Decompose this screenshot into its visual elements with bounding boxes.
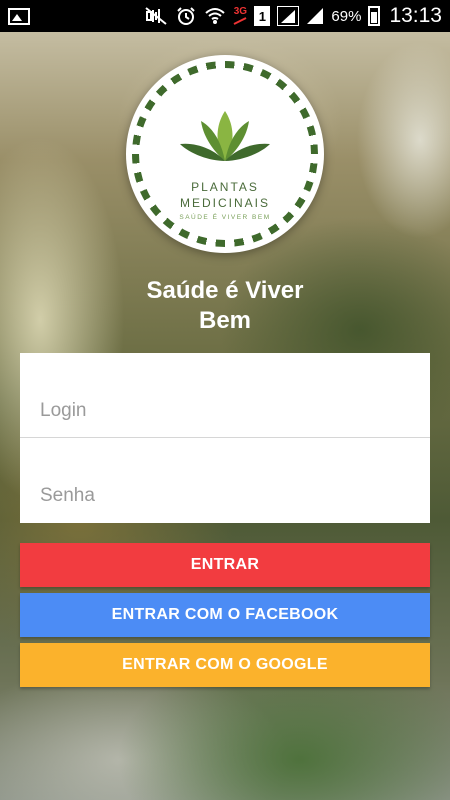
logo-text-line2: MEDICINAIS [179,196,270,210]
login-input[interactable] [40,397,410,425]
password-field [20,438,430,522]
battery-icon [368,6,381,26]
wifi-icon [204,6,226,26]
battery-percent: 69% [331,7,362,25]
login-form [20,353,430,523]
logo-tagline: SAÚDE É VIVER BEM [179,214,271,221]
3g-icon: 3G [233,6,247,26]
password-input[interactable] [40,482,410,510]
title-line1: Saúde é Viver [146,277,304,304]
login-button[interactable]: ENTRAR [20,543,430,587]
mute-icon [144,6,168,26]
gallery-icon [8,7,30,25]
page-title: Saúde é Viver Bem [0,276,450,336]
alarm-icon [175,6,197,26]
signal-icon [277,6,300,26]
app-logo: PLANTAS MEDICINAIS SAÚDE É VIVER BEM [126,55,324,253]
signal-icon [306,6,324,26]
facebook-login-button[interactable]: ENTRAR COM O FACEBOOK [20,593,430,637]
clock-time: 13:13 [389,4,442,27]
google-login-button[interactable]: ENTRAR COM O GOOGLE [20,643,430,687]
status-bar: 3G 1 69% 13:13 [0,0,450,32]
network-type-label: 3G [233,6,248,17]
logo-badge: PLANTAS MEDICINAIS SAÚDE É VIVER BEM [139,68,311,240]
lotus-leaf-icon [180,111,270,161]
login-field [20,353,430,438]
logo-text-line1: PLANTAS [191,180,259,194]
sim-icon: 1 [254,6,271,26]
title-line2: Bem [198,307,252,334]
